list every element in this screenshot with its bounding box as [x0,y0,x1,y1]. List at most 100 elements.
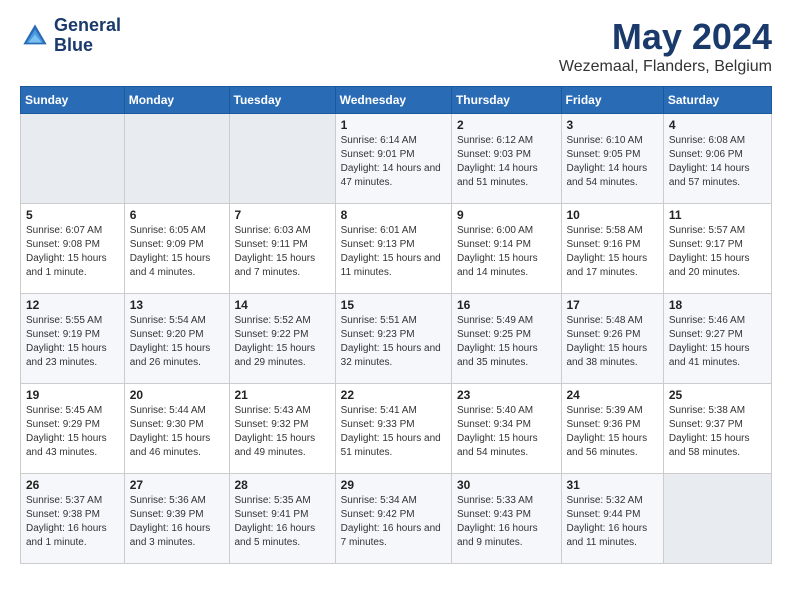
day-info: Sunrise: 5:32 AMSunset: 9:44 PMDaylight:… [567,494,658,550]
calendar-cell [229,114,335,204]
calendar-cell: 18 Sunrise: 5:46 AMSunset: 9:27 PMDayligh… [663,294,771,384]
calendar-cell: 4 Sunrise: 6:08 AMSunset: 9:06 PMDaylight… [663,114,771,204]
logo-line1: General [54,16,121,36]
calendar-cell: 28 Sunrise: 5:35 AMSunset: 9:41 PMDayligh… [229,474,335,564]
calendar-cell: 25Sunrise: 5:38 AMSunset: 9:37 PMDayligh… [663,384,771,474]
day-info: Sunrise: 6:10 AMSunset: 9:05 PMDaylight:… [567,134,658,190]
day-info: Sunrise: 6:00 AMSunset: 9:14 PMDaylight:… [457,224,556,280]
day-number: 31 [567,478,658,492]
calendar-cell: 2 Sunrise: 6:12 AMSunset: 9:03 PMDaylight… [451,114,561,204]
day-number: 6 [130,208,224,222]
day-number: 21 [235,388,330,402]
weekday-header: Friday [561,87,663,114]
calendar-cell: 13Sunrise: 5:54 AMSunset: 9:20 PMDayligh… [124,294,229,384]
day-number: 26 [26,478,119,492]
day-info: Sunrise: 6:08 AMSunset: 9:06 PMDaylight:… [669,134,766,190]
logo-icon [20,21,50,51]
calendar-cell: 14 Sunrise: 5:52 AMSunset: 9:22 PMDayligh… [229,294,335,384]
calendar-cell: 8 Sunrise: 6:01 AMSunset: 9:13 PMDaylight… [335,204,451,294]
day-number: 3 [567,118,658,132]
calendar-week-row: 12Sunrise: 5:55 AMSunset: 9:19 PMDayligh… [21,294,772,384]
day-info: Sunrise: 5:34 AMSunset: 9:42 PMDaylight:… [341,494,446,550]
day-info: Sunrise: 6:01 AMSunset: 9:13 PMDaylight:… [341,224,446,280]
day-info: Sunrise: 5:58 AMSunset: 9:16 PMDaylight:… [567,224,658,280]
day-number: 18 [669,298,766,312]
day-number: 30 [457,478,556,492]
weekday-header: Wednesday [335,87,451,114]
calendar-cell: 20Sunrise: 5:44 AMSunset: 9:30 PMDayligh… [124,384,229,474]
calendar-cell: 24Sunrise: 5:39 AMSunset: 9:36 PMDayligh… [561,384,663,474]
calendar-cell: 5Sunrise: 6:07 AMSunset: 9:08 PMDaylight… [21,204,125,294]
calendar-cell: 19 Sunrise: 5:45 AMSunset: 9:29 PMDayligh… [21,384,125,474]
day-number: 17 [567,298,658,312]
day-info: Sunrise: 5:52 AMSunset: 9:22 PMDaylight:… [235,314,330,370]
day-info: Sunrise: 5:45 AMSunset: 9:29 PMDaylight:… [26,404,119,460]
calendar-cell: 9Sunrise: 6:00 AMSunset: 9:14 PMDaylight… [451,204,561,294]
day-number: 8 [341,208,446,222]
day-info: Sunrise: 5:36 AMSunset: 9:39 PMDaylight:… [130,494,224,550]
calendar-cell: 15Sunrise: 5:51 AMSunset: 9:23 PMDayligh… [335,294,451,384]
day-number: 25 [669,388,766,402]
calendar-week-row: 1 Sunrise: 6:14 AMSunset: 9:01 PMDaylight… [21,114,772,204]
logo: General Blue [20,16,121,56]
day-number: 5 [26,208,119,222]
day-number: 13 [130,298,224,312]
day-number: 1 [341,118,446,132]
weekday-header-row: SundayMondayTuesdayWednesdayThursdayFrid… [21,87,772,114]
day-info: Sunrise: 5:48 AMSunset: 9:26 PMDaylight:… [567,314,658,370]
calendar-cell: 1 Sunrise: 6:14 AMSunset: 9:01 PMDaylight… [335,114,451,204]
day-info: Sunrise: 6:03 AMSunset: 9:11 PMDaylight:… [235,224,330,280]
day-number: 22 [341,388,446,402]
day-number: 10 [567,208,658,222]
calendar-cell [124,114,229,204]
day-info: Sunrise: 5:57 AMSunset: 9:17 PMDaylight:… [669,224,766,280]
day-number: 19 [26,388,119,402]
day-number: 16 [457,298,556,312]
title-block: May 2024 Wezemaal, Flanders, Belgium [559,16,772,76]
calendar-cell [21,114,125,204]
day-info: Sunrise: 5:51 AMSunset: 9:23 PMDaylight:… [341,314,446,370]
calendar-cell [663,474,771,564]
calendar-cell: 6 Sunrise: 6:05 AMSunset: 9:09 PMDaylight… [124,204,229,294]
day-info: Sunrise: 6:12 AMSunset: 9:03 PMDaylight:… [457,134,556,190]
calendar-page: General Blue May 2024 Wezemaal, Flanders… [0,0,792,580]
day-info: Sunrise: 5:37 AMSunset: 9:38 PMDaylight:… [26,494,119,550]
day-info: Sunrise: 5:40 AMSunset: 9:34 PMDaylight:… [457,404,556,460]
calendar-cell: 10 Sunrise: 5:58 AMSunset: 9:16 PMDayligh… [561,204,663,294]
day-info: Sunrise: 5:43 AMSunset: 9:32 PMDaylight:… [235,404,330,460]
calendar-cell: 3 Sunrise: 6:10 AMSunset: 9:05 PMDaylight… [561,114,663,204]
calendar-cell: 12Sunrise: 5:55 AMSunset: 9:19 PMDayligh… [21,294,125,384]
day-number: 28 [235,478,330,492]
weekday-header: Monday [124,87,229,114]
day-info: Sunrise: 5:55 AMSunset: 9:19 PMDaylight:… [26,314,119,370]
calendar-cell: 17 Sunrise: 5:48 AMSunset: 9:26 PMDayligh… [561,294,663,384]
day-number: 29 [341,478,446,492]
calendar-cell: 21 Sunrise: 5:43 AMSunset: 9:32 PMDayligh… [229,384,335,474]
subtitle: Wezemaal, Flanders, Belgium [559,58,772,76]
header: General Blue May 2024 Wezemaal, Flanders… [20,16,772,76]
day-number: 23 [457,388,556,402]
calendar-week-row: 26 Sunrise: 5:37 AMSunset: 9:38 PMDayligh… [21,474,772,564]
calendar-cell: 23 Sunrise: 5:40 AMSunset: 9:34 PMDayligh… [451,384,561,474]
day-info: Sunrise: 5:39 AMSunset: 9:36 PMDaylight:… [567,404,658,460]
day-number: 14 [235,298,330,312]
weekday-header: Sunday [21,87,125,114]
day-info: Sunrise: 5:35 AMSunset: 9:41 PMDaylight:… [235,494,330,550]
day-info: Sunrise: 5:44 AMSunset: 9:30 PMDaylight:… [130,404,224,460]
logo-line2: Blue [54,36,121,56]
calendar-cell: 29 Sunrise: 5:34 AMSunset: 9:42 PMDayligh… [335,474,451,564]
calendar-cell: 31 Sunrise: 5:32 AMSunset: 9:44 PMDayligh… [561,474,663,564]
day-info: Sunrise: 6:14 AMSunset: 9:01 PMDaylight:… [341,134,446,190]
weekday-header: Tuesday [229,87,335,114]
weekday-header: Saturday [663,87,771,114]
day-number: 7 [235,208,330,222]
day-info: Sunrise: 5:46 AMSunset: 9:27 PMDaylight:… [669,314,766,370]
day-info: Sunrise: 6:05 AMSunset: 9:09 PMDaylight:… [130,224,224,280]
calendar-cell: 7 Sunrise: 6:03 AMSunset: 9:11 PMDaylight… [229,204,335,294]
day-number: 2 [457,118,556,132]
calendar-cell: 26 Sunrise: 5:37 AMSunset: 9:38 PMDayligh… [21,474,125,564]
day-number: 4 [669,118,766,132]
calendar-cell: 22Sunrise: 5:41 AMSunset: 9:33 PMDayligh… [335,384,451,474]
day-info: Sunrise: 5:49 AMSunset: 9:25 PMDaylight:… [457,314,556,370]
main-title: May 2024 [559,16,772,58]
